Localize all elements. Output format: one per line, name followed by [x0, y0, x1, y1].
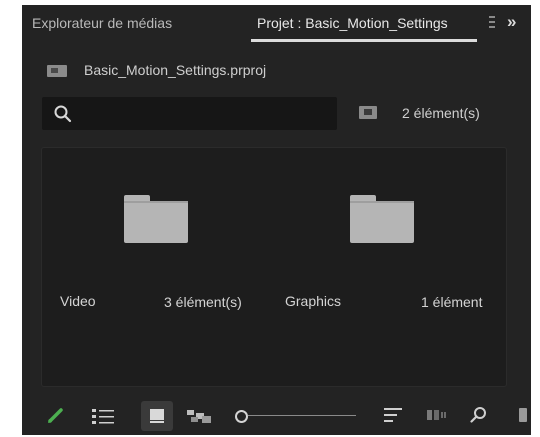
bin-name-video[interactable]: Video [60, 293, 96, 309]
bin-name-graphics[interactable]: Graphics [285, 293, 341, 309]
project-file-icon [47, 65, 67, 77]
panel-tab-bar: Explorateur de médias Projet : Basic_Mot… [22, 5, 531, 45]
icon-view-icon[interactable] [141, 401, 173, 431]
tab-project[interactable]: Projet : Basic_Motion_Settings [257, 15, 448, 31]
search-input[interactable] [82, 97, 336, 132]
bin-folder-icon-graphics[interactable] [350, 195, 414, 243]
bin-count-graphics: 1 élément [421, 294, 483, 310]
item-count: 2 élément(s) [402, 105, 480, 121]
project-file-row: Basic_Motion_Settings.prproj [22, 61, 531, 85]
bin-grid: Video 3 élément(s) Graphics 1 élément [41, 147, 507, 387]
zoom-slider-track[interactable] [248, 415, 356, 416]
pencil-icon[interactable] [46, 405, 66, 425]
zoom-slider[interactable] [233, 407, 363, 425]
search-box[interactable] [42, 97, 337, 132]
list-view-icon[interactable] [92, 408, 114, 424]
tab-media-browser[interactable]: Explorateur de médias [32, 15, 172, 31]
bin-folder-icon-video[interactable] [124, 195, 188, 243]
search-icon [54, 105, 72, 123]
bin-count-video: 3 élément(s) [164, 294, 242, 310]
search-row: 2 élément(s) [22, 97, 531, 132]
project-panel: Explorateur de médias Projet : Basic_Mot… [22, 5, 531, 435]
tab-overflow-icon[interactable]: » [507, 12, 516, 32]
sort-icon[interactable] [384, 408, 402, 422]
find-icon[interactable] [470, 406, 488, 424]
zoom-slider-handle[interactable] [235, 410, 248, 423]
freeform-view-icon[interactable] [187, 408, 211, 424]
bin-filter-icon[interactable] [359, 106, 377, 119]
project-file-name: Basic_Motion_Settings.prproj [84, 62, 267, 78]
automate-to-sequence-icon[interactable] [427, 409, 447, 421]
active-tab-indicator [251, 39, 477, 42]
new-item-icon[interactable] [519, 408, 527, 422]
panel-menu-icon[interactable] [489, 16, 495, 30]
bottom-toolbar [22, 398, 531, 435]
